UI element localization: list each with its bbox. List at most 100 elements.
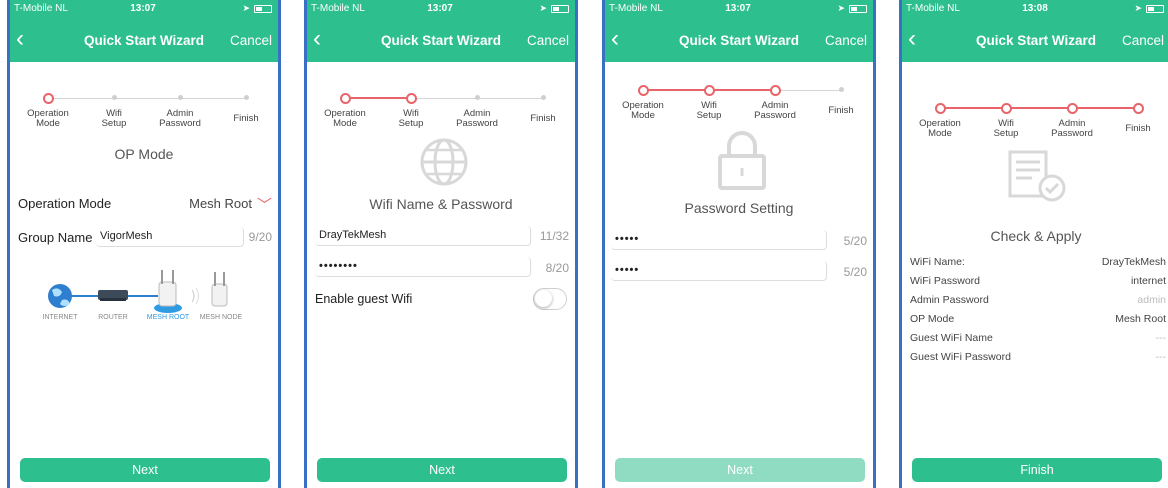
step-dot-2 bbox=[704, 85, 715, 96]
step-dot-1 bbox=[340, 93, 351, 104]
cancel-button[interactable]: Cancel bbox=[230, 33, 272, 48]
header-bar: T-Mobile NL 13:07 ➤ ‹ Quick Start Wizard… bbox=[605, 0, 873, 62]
step-dot-4 bbox=[1133, 103, 1144, 114]
wifi-password-input[interactable]: •••••••• bbox=[315, 257, 531, 277]
step-label-4: Finish bbox=[828, 105, 854, 116]
step-label-3: Admin Password bbox=[754, 100, 796, 121]
battery-icon bbox=[551, 5, 569, 13]
toggle-knob bbox=[535, 290, 552, 307]
step-dot-3 bbox=[178, 95, 183, 100]
step-dot-2 bbox=[1001, 103, 1012, 114]
status-bar: T-Mobile NL 13:08 ➤ bbox=[906, 3, 1164, 17]
step-dot-4 bbox=[839, 87, 844, 92]
network-diagram: INTERNET ROUTER MESH ROOT MESH NODE bbox=[10, 262, 278, 332]
summary-value: DrayTekMesh bbox=[1101, 256, 1166, 268]
step-dot-3 bbox=[770, 85, 781, 96]
confirm-password-count: 5/20 bbox=[843, 265, 867, 279]
summary-value: admin bbox=[1137, 294, 1166, 306]
diagram-label-internet: INTERNET bbox=[42, 314, 78, 321]
next-button[interactable]: Next bbox=[615, 458, 865, 482]
step-label-2: Wifi Setup bbox=[101, 108, 127, 129]
clock: 13:07 bbox=[725, 3, 751, 14]
header-bar: T-Mobile NL 13:08 ➤ ‹ Quick Start Wizard… bbox=[902, 0, 1168, 62]
step-dot-2 bbox=[112, 95, 117, 100]
summary-value: Mesh Root bbox=[1115, 313, 1166, 325]
phone-screen-admin-password: T-Mobile NL 13:07 ➤ ‹ Quick Start Wizard… bbox=[602, 0, 876, 488]
group-name-row: Group Name VigorMesh 9/20 bbox=[18, 227, 272, 249]
clock: 13:07 bbox=[130, 3, 156, 14]
admin-password-input[interactable]: ••••• bbox=[611, 230, 827, 250]
step-progress: Operation Mode Wifi Setup Admin Password Fi… bbox=[902, 100, 1168, 150]
lock-icon bbox=[718, 131, 766, 190]
section-title: Wifi Name & Password bbox=[369, 196, 513, 212]
next-button[interactable]: Next bbox=[20, 458, 270, 482]
diagram-label-mesh-node: MESH NODE bbox=[199, 314, 243, 321]
summary-key: Admin Password bbox=[910, 294, 989, 306]
summary-row: WiFi Password internet bbox=[910, 275, 1166, 289]
step-label-1: Operation Mode bbox=[324, 108, 366, 129]
step-label-1: Operation Mode bbox=[622, 100, 664, 121]
diagram-label-mesh-root: MESH ROOT bbox=[146, 314, 190, 321]
step-label-3: Admin Password bbox=[456, 108, 498, 129]
finish-button[interactable]: Finish bbox=[912, 458, 1162, 482]
clock: 13:07 bbox=[427, 3, 453, 14]
step-label-4: Finish bbox=[530, 113, 556, 124]
cancel-button[interactable]: Cancel bbox=[1122, 33, 1164, 48]
location-icon: ➤ bbox=[539, 3, 547, 13]
confirm-password-input[interactable]: ••••• bbox=[611, 261, 827, 281]
status-bar: T-Mobile NL 13:07 ➤ bbox=[609, 3, 867, 17]
step-label-1: Operation Mode bbox=[919, 118, 961, 139]
summary-key: WiFi Name: bbox=[910, 256, 965, 268]
battery-icon bbox=[849, 5, 867, 13]
status-bar: T-Mobile NL 13:07 ➤ bbox=[311, 3, 569, 17]
step-progress: Operation Mode Wifi Setup Admin Password Fi… bbox=[605, 82, 873, 132]
step-label-4: Finish bbox=[1125, 123, 1151, 134]
group-name-input[interactable]: VigorMesh bbox=[96, 227, 244, 247]
summary-key: Guest WiFi Password bbox=[910, 351, 1011, 363]
phone-screen-op-mode: T-Mobile NL 13:07 ➤ ‹ Quick Start Wizard… bbox=[7, 0, 281, 488]
step-dot-1 bbox=[935, 103, 946, 114]
step-dot-1 bbox=[43, 93, 54, 104]
cancel-button[interactable]: Cancel bbox=[527, 33, 569, 48]
cancel-button[interactable]: Cancel bbox=[825, 33, 867, 48]
location-icon: ➤ bbox=[1134, 3, 1142, 13]
summary-row: OP Mode Mesh Root bbox=[910, 313, 1166, 327]
guest-wifi-label: Enable guest Wifi bbox=[315, 292, 413, 306]
step-line-active bbox=[345, 97, 411, 99]
summary-value: --- bbox=[1155, 332, 1167, 344]
summary-row: Guest WiFi Password --- bbox=[910, 351, 1166, 365]
step-line-active bbox=[940, 107, 1138, 109]
operation-mode-row[interactable]: Operation Mode Mesh Root ﹀ bbox=[18, 196, 272, 214]
step-progress: Operation Mode Wifi Setup Admin Password Fi… bbox=[10, 90, 278, 140]
char-count: 9/20 bbox=[248, 230, 272, 244]
chevron-down-icon[interactable]: ﹀ bbox=[257, 194, 272, 215]
operation-mode-label: Operation Mode bbox=[18, 196, 112, 211]
location-icon: ➤ bbox=[837, 3, 845, 13]
summary-row: WiFi Name: DrayTekMesh bbox=[910, 256, 1166, 270]
wifi-name-input[interactable]: DrayTekMesh bbox=[315, 226, 531, 246]
step-label-2: Wifi Setup bbox=[993, 118, 1019, 139]
summary-key: OP Mode bbox=[910, 313, 955, 325]
header-bar: T-Mobile NL 13:07 ➤ ‹ Quick Start Wizard… bbox=[10, 0, 278, 62]
battery-icon bbox=[254, 5, 272, 13]
admin-password-count: 5/20 bbox=[843, 234, 867, 248]
step-label-3: Admin Password bbox=[1051, 118, 1093, 139]
clock: 13:08 bbox=[1022, 3, 1048, 14]
step-dot-3 bbox=[475, 95, 480, 100]
phone-screen-check-apply: T-Mobile NL 13:08 ➤ ‹ Quick Start Wizard… bbox=[899, 0, 1168, 488]
step-label-3: Admin Password bbox=[159, 108, 201, 129]
step-label-1: Operation Mode bbox=[27, 108, 69, 129]
checklist-icon bbox=[1008, 150, 1066, 202]
header-bar: T-Mobile NL 13:07 ➤ ‹ Quick Start Wizard… bbox=[307, 0, 575, 62]
group-name-label: Group Name bbox=[18, 230, 93, 245]
step-dot-4 bbox=[244, 95, 249, 100]
phone-screen-wifi-setup: T-Mobile NL 13:07 ➤ ‹ Quick Start Wizard… bbox=[304, 0, 578, 488]
section-title: Password Setting bbox=[684, 200, 794, 216]
status-bar: T-Mobile NL 13:07 ➤ bbox=[14, 3, 272, 17]
summary-row: Admin Password admin bbox=[910, 294, 1166, 308]
summary-value: --- bbox=[1155, 351, 1167, 363]
guest-wifi-toggle[interactable] bbox=[533, 288, 567, 310]
battery-icon bbox=[1146, 5, 1164, 13]
next-button[interactable]: Next bbox=[317, 458, 567, 482]
step-label-4: Finish bbox=[233, 113, 259, 124]
